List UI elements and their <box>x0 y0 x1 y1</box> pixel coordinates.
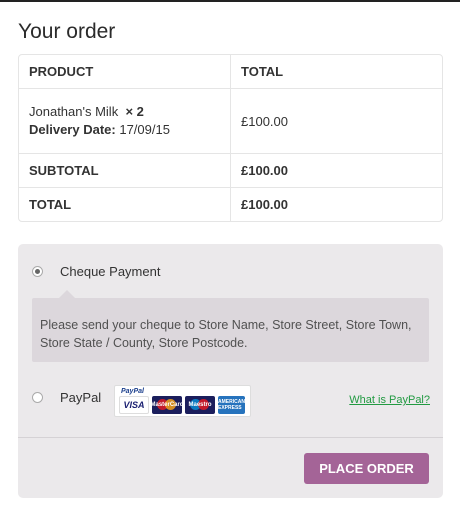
place-order-button[interactable]: PLACE ORDER <box>304 453 429 484</box>
mastercard-card-icon: MasterCard <box>150 396 184 414</box>
table-header-row: PRODUCT TOTAL <box>19 55 442 89</box>
delivery-date-label: Delivery Date: <box>29 122 116 137</box>
product-cell: Jonathan's Milk × 2 Delivery Date: 17/09… <box>19 89 231 154</box>
subtotal-label: SUBTOTAL <box>19 154 231 188</box>
table-row: Jonathan's Milk × 2 Delivery Date: 17/09… <box>19 89 442 154</box>
order-review-table: PRODUCT TOTAL Jonathan's Milk × 2 Delive… <box>18 54 443 222</box>
payment-section: Cheque Payment Please send your cheque t… <box>18 244 443 498</box>
subtotal-row: SUBTOTAL £100.00 <box>19 154 442 188</box>
cheque-payment-description: Please send your cheque to Store Name, S… <box>40 318 412 350</box>
subtotal-value: £100.00 <box>231 154 442 188</box>
visa-card-icon: VISA <box>119 396 149 414</box>
product-name: Jonathan's Milk <box>29 104 119 119</box>
order-total-value: £100.00 <box>241 197 288 212</box>
maestro-card-icon: Maestro <box>185 396 215 414</box>
order-total-label: TOTAL <box>19 188 231 221</box>
mastercard-card-text: MasterCard <box>150 402 184 408</box>
product-column-header: PRODUCT <box>19 55 231 89</box>
maestro-card-text: Maestro <box>188 402 212 408</box>
cheque-radio[interactable] <box>32 266 43 277</box>
product-line: Jonathan's Milk × 2 <box>29 103 220 121</box>
cheque-payment-label[interactable]: Cheque Payment <box>60 264 160 279</box>
paypal-logo: PayPal <box>121 388 144 395</box>
amex-card-icon: AMERICAN EXPRESS <box>218 396 245 414</box>
order-total-row: TOTAL £100.00 <box>19 188 442 221</box>
paypal-radio[interactable] <box>32 392 43 403</box>
product-quantity: × 2 <box>125 104 144 119</box>
product-total-cell: £100.00 <box>231 89 442 154</box>
delivery-date-line: Delivery Date: 17/09/15 <box>29 121 220 139</box>
page-title: Your order <box>18 20 116 43</box>
top-border <box>0 0 460 2</box>
cheque-payment-description-box: Please send your cheque to Store Name, S… <box>32 290 429 362</box>
total-column-header: TOTAL <box>231 55 442 89</box>
what-is-paypal-link[interactable]: What is PayPal? <box>349 394 430 406</box>
delivery-date-value: 17/09/15 <box>119 122 170 137</box>
payment-divider <box>18 437 443 438</box>
paypal-acceptance-mark: PayPal VISA MasterCard Maestro AMERICAN … <box>114 385 251 417</box>
paypal-label[interactable]: PayPal <box>60 390 101 405</box>
